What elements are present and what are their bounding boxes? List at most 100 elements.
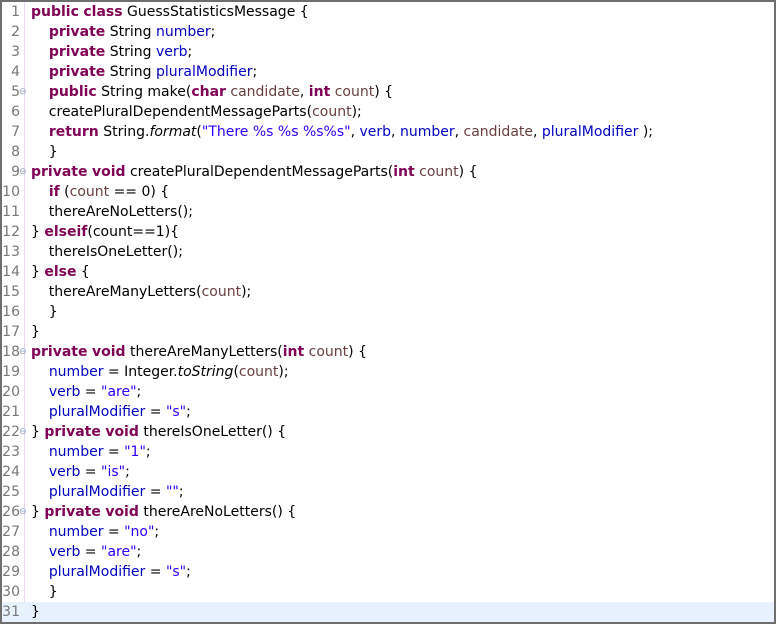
code-text: thereAreManyLetters(count); [31, 284, 252, 300]
code-text: thereIsOneLetter(); [31, 244, 183, 260]
code-line[interactable]: 30 } [2, 582, 774, 602]
code-text: private void createPluralDependentMessag… [31, 164, 478, 180]
line-number: 8 [11, 144, 20, 160]
line-number: 4 [11, 64, 20, 80]
line-number: 23 [2, 444, 20, 460]
code-text: } private void thereAreNoLetters() { [31, 504, 297, 520]
code-text: } [31, 144, 58, 160]
code-line[interactable]: 8 } [2, 142, 774, 162]
code-line[interactable]: 28 verb = "are"; [2, 542, 774, 562]
line-number: 10 [2, 184, 20, 200]
code-text: private String number; [48, 24, 216, 40]
code-text: number = "no"; [48, 524, 160, 540]
code-text: pluralModifier = ""; [48, 484, 184, 500]
code-text: number = Integer.toString(count); [48, 364, 289, 380]
line-number: 2 [11, 24, 20, 40]
fold-collapse-icon[interactable]: ⊖ [19, 82, 27, 102]
code-text: number = "1"; [48, 444, 151, 460]
fold-collapse-icon[interactable]: ⊖ [19, 162, 27, 182]
code-line[interactable]: 3 private String verb; [2, 42, 774, 62]
code-text: private String verb; [48, 44, 193, 60]
code-text: public String make(char candidate, int c… [48, 84, 394, 100]
line-number: 14 [2, 264, 20, 280]
fold-collapse-icon[interactable]: ⊖ [19, 342, 27, 362]
code-line[interactable]: 26 ⊖} private void thereAreNoLetters() { [2, 502, 774, 522]
fold-collapse-icon[interactable]: ⊖ [19, 502, 27, 522]
code-text: verb = "are"; [48, 544, 142, 560]
line-number: 17 [2, 324, 20, 340]
code-text: public class GuessStatisticsMessage { [31, 4, 309, 20]
code-text: } elseif(count==1){ [31, 224, 180, 240]
code-text: } [31, 304, 58, 320]
code-line[interactable]: 18 ⊖ private void thereAreManyLetters(int … [2, 342, 774, 362]
line-number: 31 [2, 604, 20, 620]
code-text: } [31, 324, 40, 340]
line-number: 12 [2, 224, 20, 240]
line-number: 27 [2, 524, 20, 540]
line-number: 18 [2, 344, 20, 360]
line-number: 7 [11, 124, 20, 140]
code-line[interactable]: 11 thereAreNoLetters(); [2, 202, 774, 222]
code-line[interactable]: 25 pluralModifier = ""; [2, 482, 774, 502]
code-line[interactable]: 22 ⊖} private void thereIsOneLetter() { [2, 422, 774, 442]
code-line[interactable]: 1 public class GuessStatisticsMessage { [2, 2, 774, 22]
code-text: verb = "are"; [48, 384, 142, 400]
code-text: if (count == 0) { [48, 184, 170, 200]
code-text: } private void thereIsOneLetter() { [31, 424, 287, 440]
line-number: 28 [2, 544, 20, 560]
line-number: 26 [2, 504, 20, 520]
code-text: } else { [31, 264, 90, 280]
line-number: 15 [2, 284, 20, 300]
line-number: 5 [11, 84, 20, 100]
code-line[interactable]: 31} [2, 602, 774, 622]
code-line[interactable]: 16 } [2, 302, 774, 322]
code-line[interactable]: 2 private String number; [2, 22, 774, 42]
code-line[interactable]: 19 number = Integer.toString(count); [2, 362, 774, 382]
line-number: 25 [2, 484, 20, 500]
line-number: 11 [2, 204, 20, 220]
line-number: 24 [2, 464, 20, 480]
code-line[interactable]: 27 number = "no"; [2, 522, 774, 542]
code-line[interactable]: 24 verb = "is"; [2, 462, 774, 482]
code-text: createPluralDependentMessageParts(count)… [31, 104, 362, 120]
code-line[interactable]: 29 pluralModifier = "s"; [2, 562, 774, 582]
line-number: 29 [2, 564, 20, 580]
code-line[interactable]: 15 thereAreManyLetters(count); [2, 282, 774, 302]
line-number: 30 [2, 584, 20, 600]
code-text: pluralModifier = "s"; [48, 564, 191, 580]
code-text: thereAreNoLetters(); [31, 204, 193, 220]
code-line[interactable]: 17} [2, 322, 774, 342]
code-line[interactable]: 21 pluralModifier = "s"; [2, 402, 774, 422]
code-line[interactable]: 9 ⊖ private void createPluralDependentMess… [2, 162, 774, 182]
code-text: return String.format("There %s %s %s%s",… [48, 124, 654, 140]
line-number: 21 [2, 404, 20, 420]
line-number: 3 [11, 44, 20, 60]
line-number: 9 [11, 164, 20, 180]
code-line[interactable]: 14 } else { [2, 262, 774, 282]
code-text: private void thereAreManyLetters(int cou… [31, 344, 367, 360]
code-line[interactable]: 6 createPluralDependentMessageParts(coun… [2, 102, 774, 122]
code-text: verb = "is"; [48, 464, 130, 480]
code-text: } [31, 584, 58, 600]
code-text: pluralModifier = "s"; [48, 404, 191, 420]
code-line[interactable]: 7 return String.format("There %s %s %s%s… [2, 122, 774, 142]
code-line[interactable]: 20 verb = "are"; [2, 382, 774, 402]
code-line[interactable]: 5 ⊖ public String make(char candidate, in… [2, 82, 774, 102]
line-number: 20 [2, 384, 20, 400]
code-line[interactable]: 13 thereIsOneLetter(); [2, 242, 774, 262]
code-lines[interactable]: 1 public class GuessStatisticsMessage { 2 … [2, 2, 774, 622]
code-line[interactable]: 10 if (count == 0) { [2, 182, 774, 202]
code-line[interactable]: 12 } elseif(count==1){ [2, 222, 774, 242]
line-number: 16 [2, 304, 20, 320]
code-text: private String pluralModifier; [48, 64, 258, 80]
code-line[interactable]: 23 number = "1"; [2, 442, 774, 462]
code-line[interactable]: 4 private String pluralModifier; [2, 62, 774, 82]
code-editor[interactable]: 1 public class GuessStatisticsMessage { 2 … [0, 0, 776, 624]
fold-collapse-icon[interactable]: ⊖ [19, 422, 27, 442]
line-number: 6 [11, 104, 20, 120]
line-number: 1 [11, 4, 20, 20]
line-number: 22 [2, 424, 20, 440]
line-number: 13 [2, 244, 20, 260]
code-text: } [31, 604, 40, 620]
line-number: 19 [2, 364, 20, 380]
